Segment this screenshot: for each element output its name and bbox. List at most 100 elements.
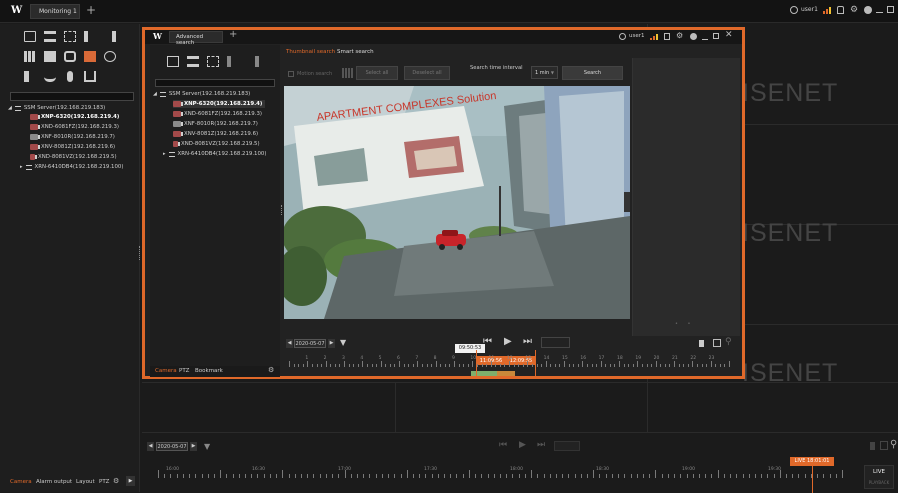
filter-icon[interactable]: ▼ <box>340 338 346 347</box>
tab-alarm-output[interactable]: Alarm output <box>36 479 72 485</box>
expand-icon[interactable]: ▸ <box>20 163 23 171</box>
microphone-icon[interactable] <box>67 71 73 82</box>
collapse-sidebar-icon[interactable]: ▶ <box>126 476 135 486</box>
speed-field[interactable] <box>554 441 580 451</box>
tab-ptz[interactable]: PTZ <box>99 479 109 485</box>
adv-next-day-button[interactable]: ▶ <box>328 339 335 348</box>
date-field[interactable]: 2020-05-07 <box>156 442 188 451</box>
minimize-icon[interactable] <box>702 39 708 40</box>
broadcast-icon[interactable] <box>84 71 96 82</box>
tab-ptz[interactable]: PTZ <box>179 368 189 374</box>
grid-icon[interactable] <box>24 51 36 62</box>
close-icon[interactable]: ✕ <box>725 30 733 40</box>
skip-forward-icon[interactable]: ⏭ <box>523 336 532 347</box>
play-icon[interactable]: ▶ <box>504 336 512 347</box>
expand-icon[interactable]: ▸ <box>163 150 166 158</box>
user-icon[interactable] <box>790 6 798 14</box>
audio-icon[interactable] <box>44 71 56 82</box>
speaker-icon[interactable] <box>24 71 36 82</box>
timeline-ruler[interactable]: 16:00 16:30 17:00 17:30 18:00 18:30 19:00 19:30 <box>142 467 857 487</box>
next-frame-handle[interactable] <box>624 192 630 212</box>
expand-icon[interactable]: ◢ <box>8 104 12 112</box>
tree-device-row[interactable]: ▸ XRN-6410DB4(192.168.219.100) <box>163 150 266 158</box>
deselect-all-button[interactable]: Deselect all <box>404 66 450 80</box>
panel-resize-handle[interactable] <box>281 205 283 215</box>
export-icon[interactable] <box>880 441 888 450</box>
video-view[interactable]: APARTMENT COMPLEXES Solution <box>284 86 630 319</box>
web-page-icon[interactable] <box>104 51 116 62</box>
search-button[interactable]: Search <box>562 66 623 80</box>
tree-device-row[interactable]: XNF-8010R(192.168.219.7) <box>173 120 258 128</box>
camera-icon[interactable] <box>24 31 36 42</box>
door-icon[interactable] <box>227 56 239 67</box>
maximize-icon[interactable] <box>713 33 719 39</box>
tree-device-row[interactable]: XND-6081FZ(192.168.219.3) <box>30 123 119 131</box>
minimize-icon[interactable] <box>876 12 883 13</box>
map-icon[interactable] <box>64 51 76 62</box>
gear-icon[interactable]: ⚙ <box>850 5 858 15</box>
lock-icon[interactable] <box>664 33 670 40</box>
recorder-icon[interactable] <box>44 31 56 42</box>
play-icon[interactable]: ▶ <box>519 440 526 450</box>
prev-day-button[interactable]: ◀ <box>147 442 154 451</box>
bookmark-icon[interactable] <box>699 340 704 347</box>
tab-camera[interactable]: Camera <box>155 368 177 374</box>
adv-date-field[interactable]: 2020-05-07 <box>294 339 326 348</box>
tab-camera[interactable]: Camera <box>10 479 32 485</box>
tree-device-row[interactable]: XNV-8081Z(192.168.219.6) <box>173 130 258 138</box>
sidebar-search-input[interactable] <box>10 92 134 101</box>
lock-icon[interactable] <box>837 6 844 14</box>
adv-search-input[interactable] <box>155 79 275 87</box>
grid-icon[interactable] <box>342 68 353 78</box>
door-icon[interactable] <box>84 31 96 42</box>
zoom-icon[interactable]: ⚲ <box>890 439 897 450</box>
live-button[interactable]: LIVE PLAYBACK <box>864 465 894 489</box>
gear-icon[interactable]: ⚙ <box>268 366 274 374</box>
tree-device-row[interactable]: ▸ XRN-6410DB4(192.168.219.100) <box>20 163 123 171</box>
user-icon[interactable] <box>619 33 626 40</box>
tab-thumbnail-search[interactable]: Thumbnail search <box>286 49 335 55</box>
select-all-button[interactable]: Select all <box>356 66 398 80</box>
alarm-monitor-icon[interactable] <box>84 51 96 62</box>
export-icon[interactable] <box>713 339 721 347</box>
tree-device-row[interactable]: XND-6081FZ(192.168.219.3) <box>173 110 262 118</box>
tree-device-row[interactable]: XNF-8010R(192.168.219.7) <box>30 133 115 141</box>
adv-timeline-ruler[interactable]: 1 2 3 4 5 6 7 8 9 10 11 12 13 14 15 16 17 18 19 20 21 22 23 <box>285 350 740 377</box>
tab-advanced-search[interactable]: Advanced search <box>169 31 223 46</box>
tree-device-row[interactable]: XND-8081VZ(192.168.219.5) <box>30 153 117 161</box>
tree-device-row[interactable]: XNV-8081Z(192.168.219.6) <box>30 143 115 151</box>
interval-select[interactable]: 1 min ▼ <box>531 66 558 79</box>
expand-icon[interactable]: ◢ <box>153 90 157 98</box>
tree-device-row[interactable]: XNP-6320(192.168.219.4) <box>173 100 266 108</box>
device-list-icon[interactable] <box>104 31 116 42</box>
motion-search-checkbox[interactable] <box>288 71 294 77</box>
bookmark-icon[interactable] <box>870 442 875 450</box>
zoom-icon[interactable]: ⚲ <box>725 337 732 347</box>
gear-icon[interactable]: ⚙ <box>113 477 119 485</box>
info-icon[interactable] <box>690 33 697 40</box>
tab-bookmark[interactable]: Bookmark <box>195 368 223 374</box>
maximize-icon[interactable] <box>887 6 894 13</box>
sequence-icon[interactable] <box>44 51 56 62</box>
device-list-icon[interactable] <box>247 56 259 67</box>
speed-field[interactable] <box>541 337 570 348</box>
adv-prev-day-button[interactable]: ◀ <box>286 339 293 348</box>
tab-smart-search[interactable]: Smart search <box>337 49 374 55</box>
sensor-icon[interactable] <box>207 56 219 67</box>
skip-back-icon[interactable]: ⏮ <box>499 440 507 450</box>
gear-icon[interactable]: ⚙ <box>676 31 683 40</box>
range-marker[interactable] <box>535 350 536 377</box>
filter-icon[interactable]: ▼ <box>204 442 210 451</box>
skip-forward-icon[interactable]: ⏭ <box>537 440 545 450</box>
tree-device-row[interactable]: XNP-6320(192.168.219.4) <box>30 113 119 121</box>
info-icon[interactable] <box>864 6 872 14</box>
thumbnail-pager[interactable]: • • <box>675 321 695 327</box>
add-tab-icon[interactable]: + <box>229 29 237 40</box>
range-marker[interactable] <box>476 350 477 377</box>
tree-server-node[interactable]: ◢ SSM Server(192.168.219.183) <box>153 90 250 98</box>
add-tab-icon[interactable]: + <box>86 3 96 17</box>
recorder-icon[interactable] <box>187 56 199 67</box>
tree-device-row[interactable]: XND-8081VZ(192.168.219.5) <box>173 140 260 148</box>
tree-server-node[interactable]: ◢ SSM Server(192.168.219.183) <box>8 104 105 112</box>
tab-layout[interactable]: Layout <box>76 479 95 485</box>
